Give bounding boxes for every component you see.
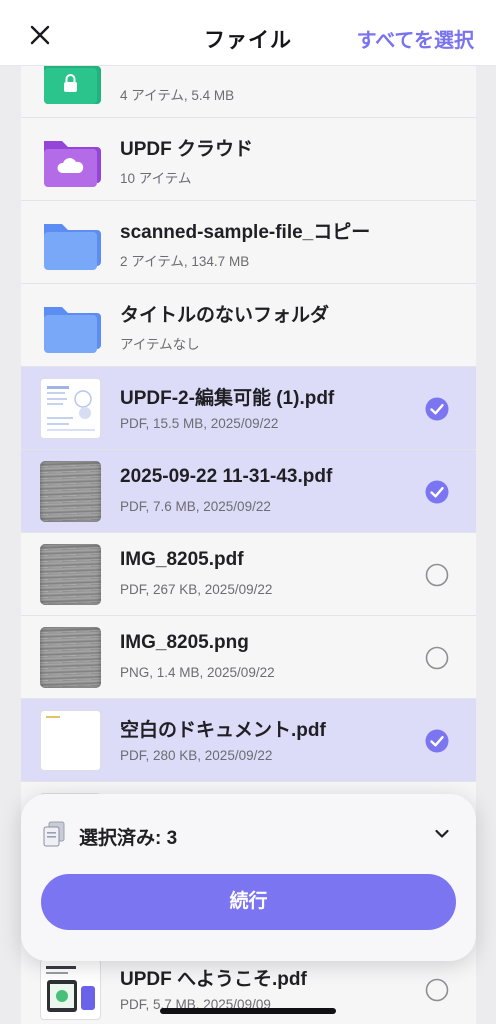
scan-thumbnail bbox=[40, 627, 101, 688]
file-picker-screen: ファイル すべてを選択 4 アイテム, 5.4 MB UPDF クラウド 10 … bbox=[0, 0, 496, 1024]
cloud-folder-icon bbox=[40, 129, 101, 190]
file-meta: アイテムなし bbox=[120, 337, 200, 352]
list-item[interactable]: タイトルのないフォルダ アイテムなし bbox=[21, 284, 476, 367]
file-name: 2025-09-22 11-31-43.pdf bbox=[120, 466, 333, 487]
file-name: UPDF へようこそ.pdf bbox=[120, 969, 307, 990]
documents-stack-icon bbox=[43, 821, 65, 847]
file-meta: 4 アイテム, 5.4 MB bbox=[120, 88, 235, 103]
file-meta: PDF, 267 KB, 2025/09/22 bbox=[120, 582, 273, 597]
list-item[interactable]: 2025-09-22 11-31-43.pdf PDF, 7.6 MB, 202… bbox=[21, 450, 476, 533]
list-item[interactable]: IMG_8205.pdf PDF, 267 KB, 2025/09/22 bbox=[21, 533, 476, 616]
selected-count-label: 選択済み: 3 bbox=[79, 828, 178, 849]
home-indicator bbox=[160, 1008, 336, 1014]
folder-icon bbox=[40, 212, 101, 273]
file-meta: PDF, 280 KB, 2025/09/22 bbox=[120, 748, 273, 763]
file-meta: 2 アイテム, 134.7 MB bbox=[120, 254, 250, 269]
file-name: UPDF-2-編集可能 (1).pdf bbox=[120, 388, 335, 409]
pdf-thumbnail bbox=[40, 959, 101, 1020]
unchecked-checkbox-icon[interactable] bbox=[425, 646, 449, 670]
selection-sheet: 選択済み: 3 続行 bbox=[21, 794, 476, 961]
file-meta: PNG, 1.4 MB, 2025/09/22 bbox=[120, 665, 275, 680]
select-all-button[interactable]: すべてを選択 bbox=[357, 24, 474, 53]
folder-icon bbox=[40, 295, 101, 356]
file-name: 空白のドキュメント.pdf bbox=[120, 720, 326, 741]
unchecked-checkbox-icon[interactable] bbox=[425, 563, 449, 587]
checked-checkbox-icon[interactable] bbox=[425, 729, 449, 753]
chevron-down-icon[interactable] bbox=[434, 826, 450, 842]
list-item[interactable]: 空白のドキュメント.pdf PDF, 280 KB, 2025/09/22 bbox=[21, 699, 476, 782]
file-name: scanned-sample-file_コピー bbox=[120, 222, 371, 243]
list-item[interactable]: scanned-sample-file_コピー 2 アイテム, 134.7 MB bbox=[21, 201, 476, 284]
list-item[interactable]: UPDF-2-編集可能 (1).pdf PDF, 15.5 MB, 2025/0… bbox=[21, 367, 476, 450]
list-item[interactable]: IMG_8205.png PNG, 1.4 MB, 2025/09/22 bbox=[21, 616, 476, 699]
checked-checkbox-icon[interactable] bbox=[425, 397, 449, 421]
lock-folder-icon bbox=[40, 66, 101, 107]
file-meta: 10 アイテム bbox=[120, 171, 192, 186]
file-meta: PDF, 7.6 MB, 2025/09/22 bbox=[120, 499, 271, 514]
file-name: IMG_8205.png bbox=[120, 632, 249, 653]
list-item[interactable]: 4 アイテム, 5.4 MB bbox=[21, 66, 476, 118]
blank-thumbnail bbox=[40, 710, 101, 771]
continue-button[interactable]: 続行 bbox=[41, 874, 456, 930]
top-bar: ファイル すべてを選択 bbox=[0, 0, 496, 66]
list-item[interactable]: UPDF クラウド 10 アイテム bbox=[21, 118, 476, 201]
scan-thumbnail bbox=[40, 544, 101, 605]
pdf-thumbnail bbox=[40, 378, 101, 439]
file-name: UPDF クラウド bbox=[120, 139, 254, 160]
file-meta: PDF, 15.5 MB, 2025/09/22 bbox=[120, 416, 279, 431]
unchecked-checkbox-icon[interactable] bbox=[425, 978, 449, 1002]
checked-checkbox-icon[interactable] bbox=[425, 480, 449, 504]
file-name: タイトルのないフォルダ bbox=[120, 305, 330, 326]
file-name: IMG_8205.pdf bbox=[120, 549, 244, 570]
scan-thumbnail bbox=[40, 461, 101, 522]
